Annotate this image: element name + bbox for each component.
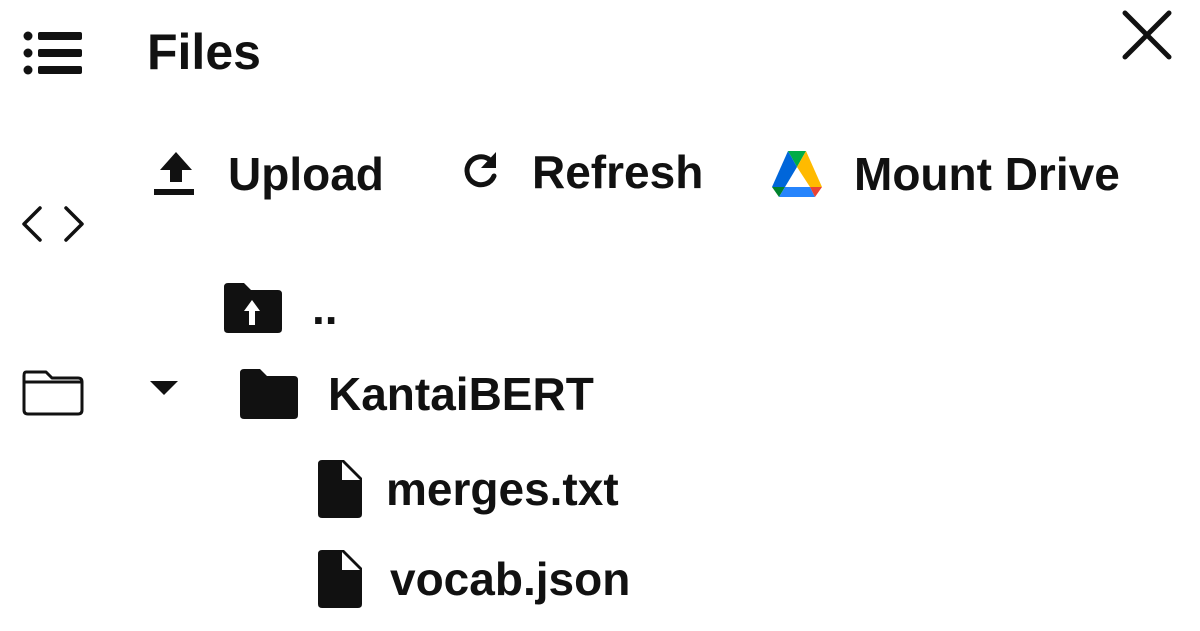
- tree-item-label: KantaiBERT: [328, 368, 594, 420]
- tree-item-folder-kantaibert[interactable]: KantaiBERT: [144, 366, 594, 422]
- folder-up-icon: [220, 281, 286, 335]
- refresh-label: Refresh: [532, 146, 704, 198]
- tree-item-label: ..: [312, 282, 338, 334]
- panel-title: Files: [147, 24, 261, 80]
- tree-item-label: vocab.json: [390, 553, 631, 605]
- refresh-icon: [456, 146, 504, 198]
- upload-label: Upload: [228, 148, 384, 200]
- tree-item-file[interactable]: vocab.json: [312, 548, 630, 610]
- code-brackets-icon[interactable]: [20, 204, 86, 244]
- menu-list-icon[interactable]: [22, 28, 84, 78]
- upload-icon: [150, 148, 202, 200]
- tree-item-label: merges.txt: [386, 463, 619, 515]
- folder-icon: [236, 367, 302, 421]
- file-icon: [312, 458, 366, 520]
- close-icon[interactable]: [1120, 8, 1174, 62]
- folder-outline-icon[interactable]: [20, 368, 86, 418]
- google-drive-icon: [770, 149, 824, 199]
- mount-drive-button[interactable]: Mount Drive: [770, 146, 1120, 202]
- file-icon: [312, 548, 368, 610]
- tree-item-file[interactable]: merges.txt: [312, 458, 619, 520]
- tree-item-parent[interactable]: ..: [220, 280, 338, 336]
- upload-button[interactable]: Upload: [150, 146, 384, 202]
- caret-down-icon[interactable]: [144, 367, 210, 421]
- mount-drive-label: Mount Drive: [854, 148, 1120, 200]
- refresh-button[interactable]: Refresh: [456, 144, 703, 200]
